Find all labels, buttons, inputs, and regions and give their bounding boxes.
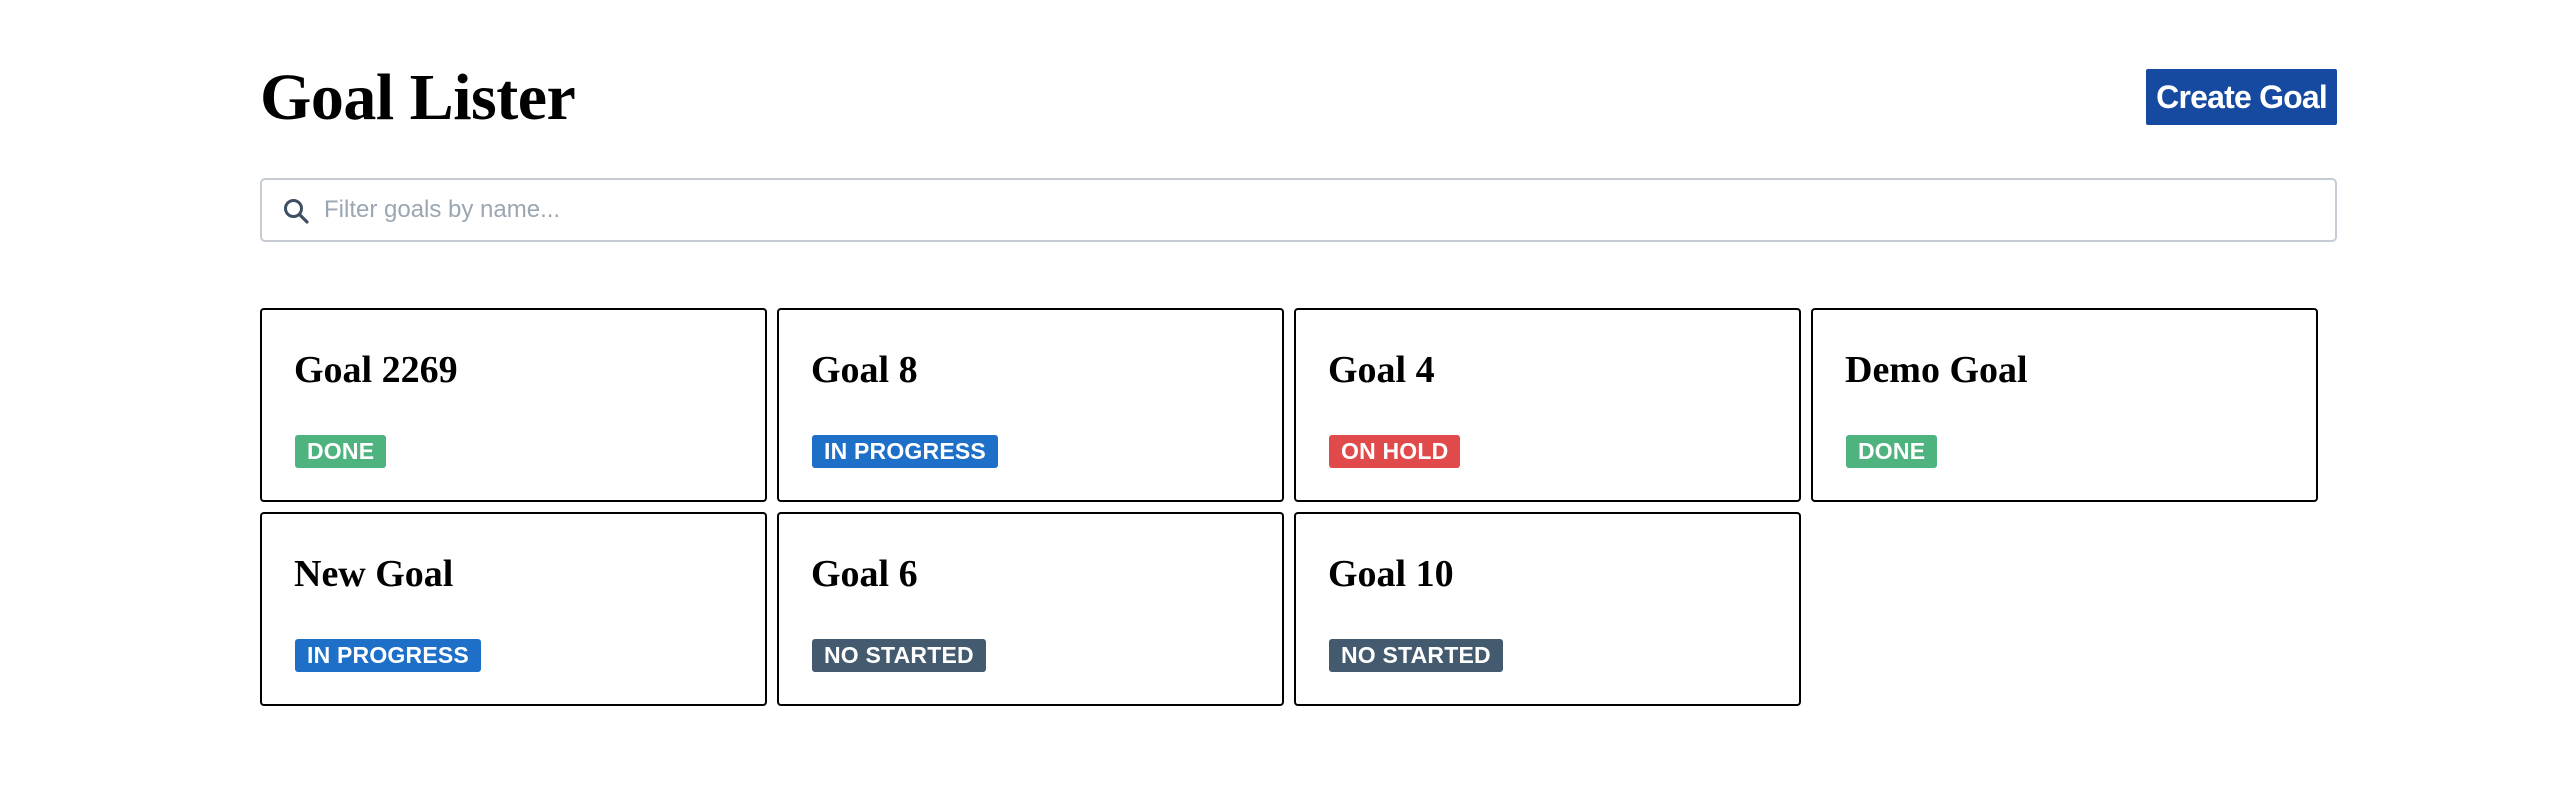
status-badge: DONE: [295, 435, 387, 468]
goal-card[interactable]: Goal 8 IN PROGRESS: [777, 308, 1284, 502]
status-badge: NO STARTED: [812, 639, 986, 672]
search-icon: [284, 199, 309, 224]
page-header: Goal Lister Create Goal: [260, 52, 2337, 140]
status-badge: IN PROGRESS: [295, 639, 481, 672]
goal-title: New Goal: [294, 553, 454, 595]
goal-title: Goal 2269: [294, 349, 458, 391]
goal-card[interactable]: Demo Goal DONE: [1811, 308, 2318, 502]
goal-title: Goal 10: [1328, 553, 1454, 595]
status-badge: ON HOLD: [1329, 435, 1461, 468]
goal-title: Demo Goal: [1845, 349, 2028, 391]
goal-title: Goal 6: [811, 553, 918, 595]
search-input[interactable]: [324, 188, 2314, 232]
goal-card[interactable]: Goal 6 NO STARTED: [777, 512, 1284, 706]
goal-card[interactable]: Goal 4 ON HOLD: [1294, 308, 1801, 502]
goal-card[interactable]: Goal 2269 DONE: [260, 308, 767, 502]
search-box[interactable]: [260, 178, 2337, 242]
goal-title: Goal 4: [1328, 349, 1435, 391]
status-badge: IN PROGRESS: [812, 435, 998, 468]
status-badge: NO STARTED: [1329, 639, 1503, 672]
create-goal-button[interactable]: Create Goal: [2146, 69, 2337, 125]
goal-card[interactable]: Goal 10 NO STARTED: [1294, 512, 1801, 706]
goal-card[interactable]: New Goal IN PROGRESS: [260, 512, 767, 706]
goal-grid: Goal 2269 DONE Goal 8 IN PROGRESS Goal 4…: [260, 308, 2340, 706]
status-badge: DONE: [1846, 435, 1938, 468]
goal-title: Goal 8: [811, 349, 918, 391]
page-title: Goal Lister: [260, 61, 576, 134]
